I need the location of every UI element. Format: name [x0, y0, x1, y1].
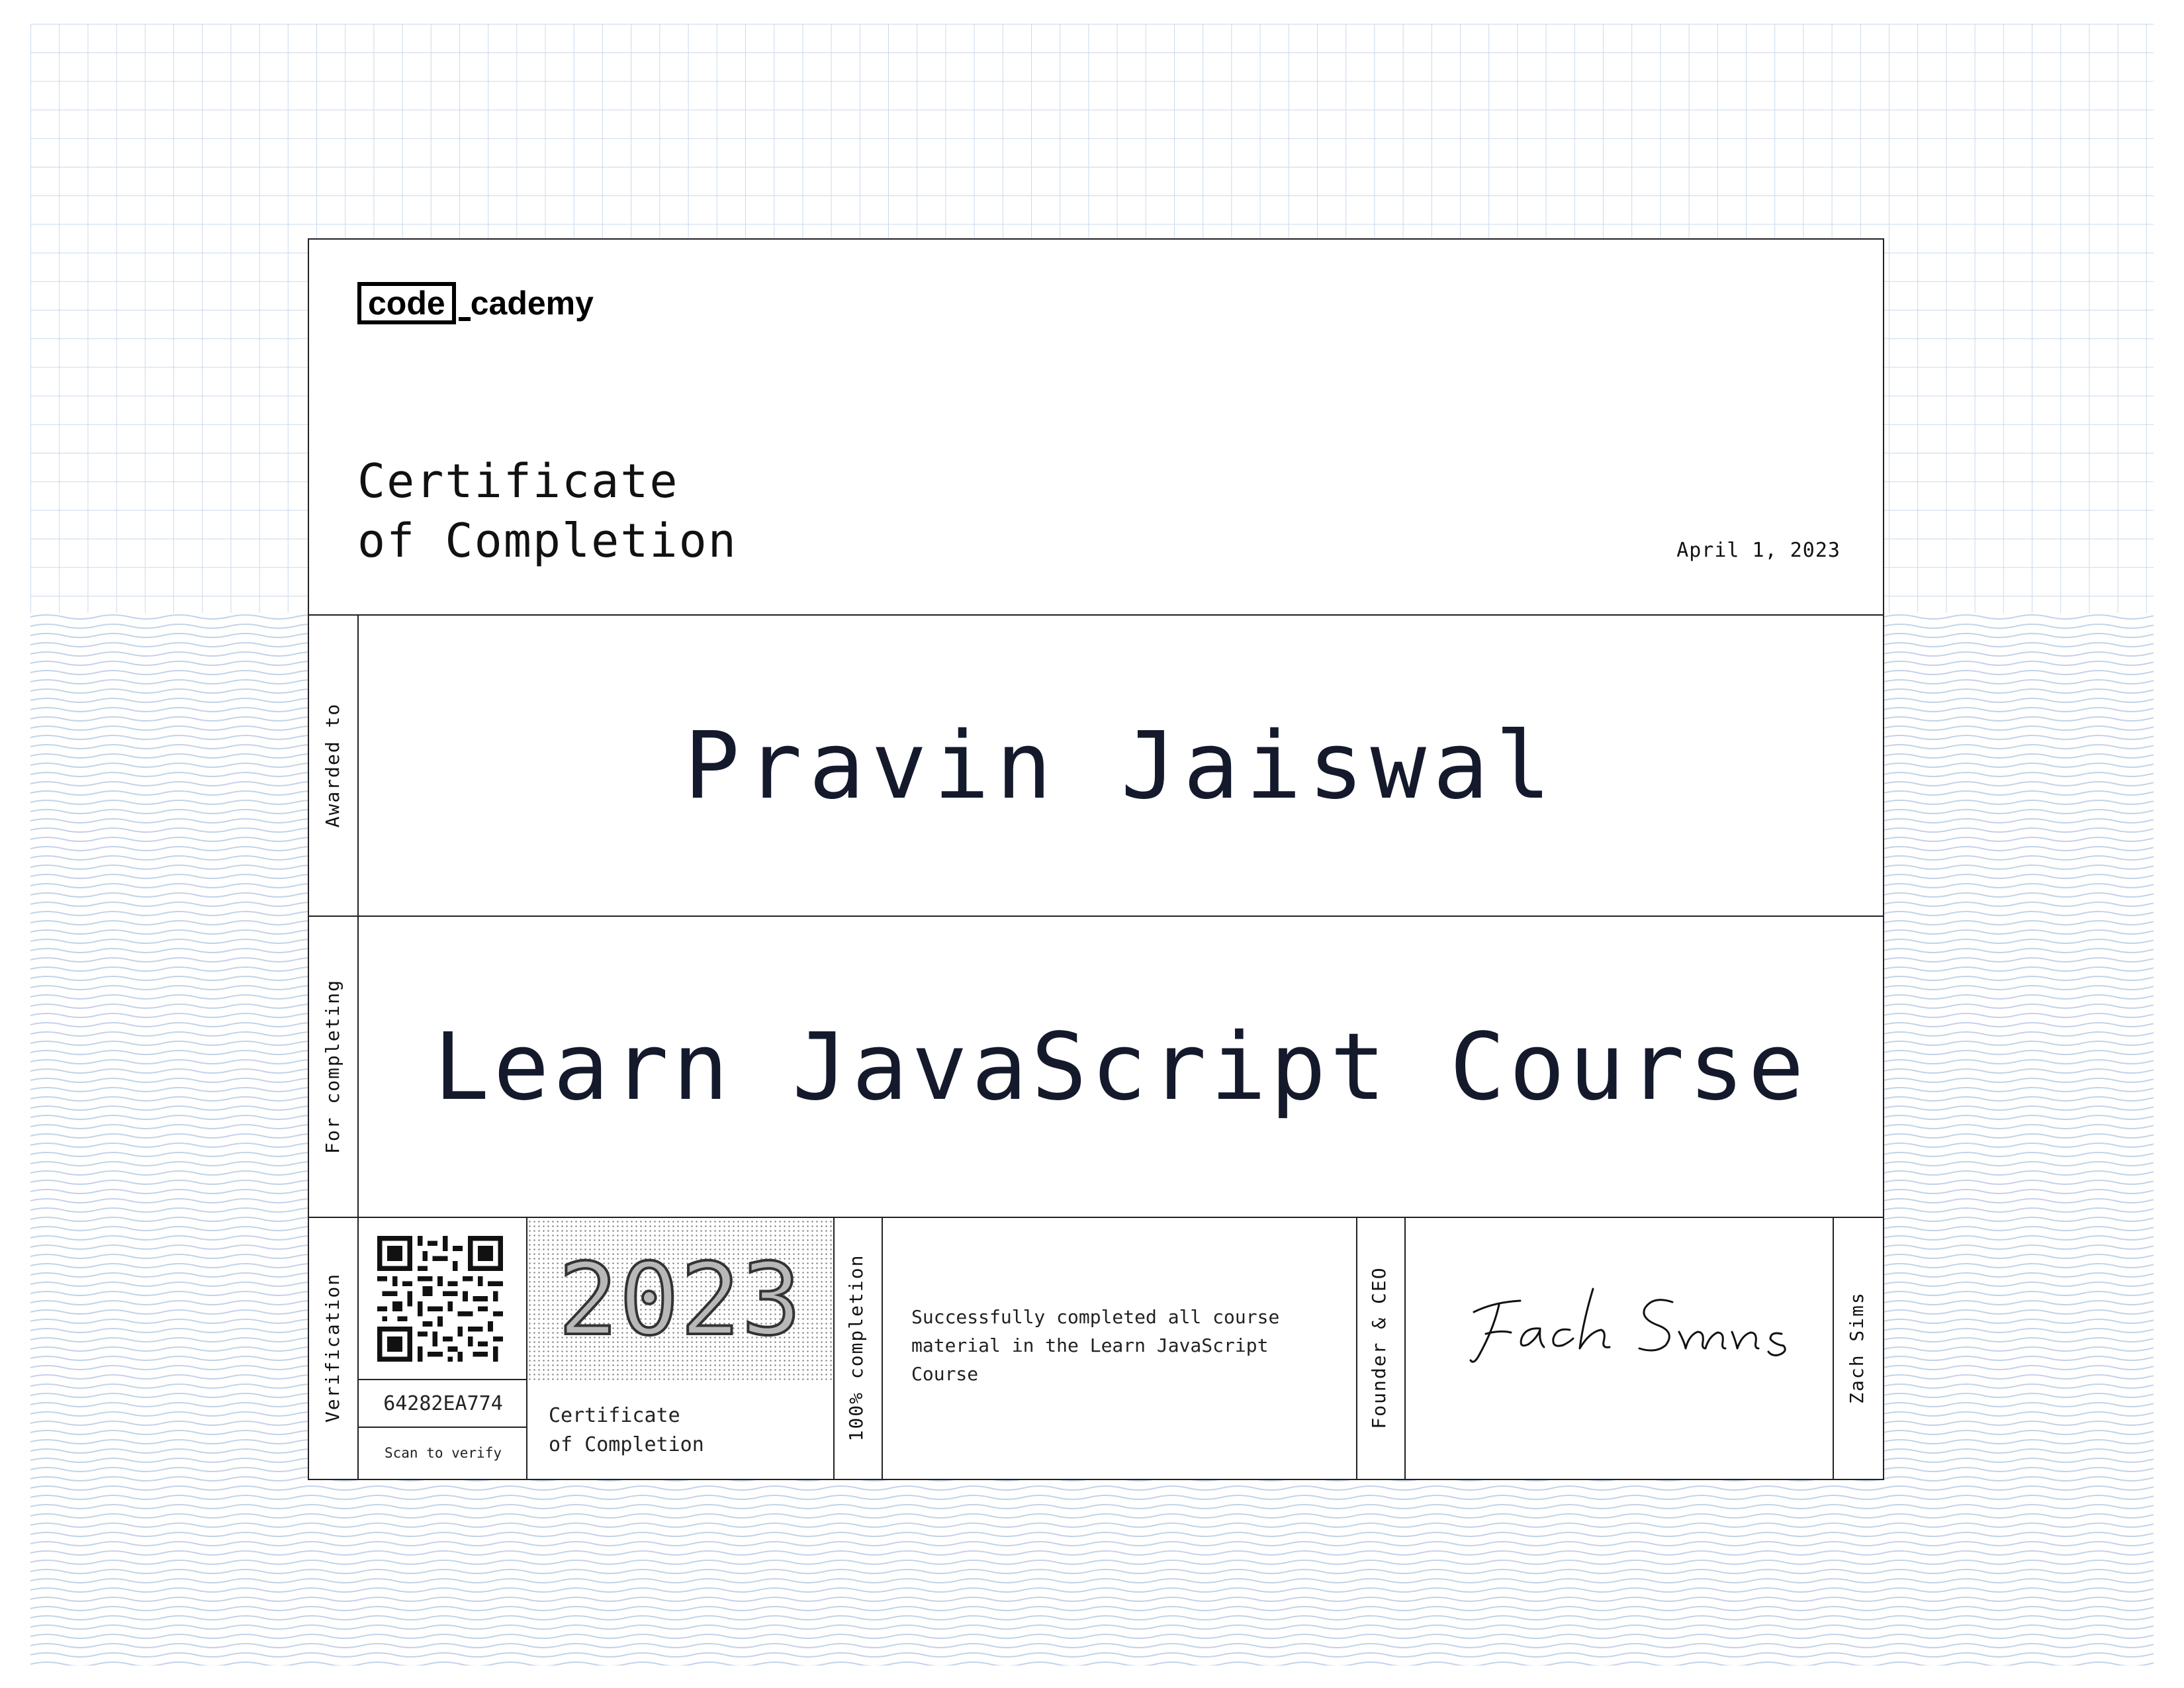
verification-label: Verification — [322, 1272, 343, 1423]
divider — [882, 1217, 883, 1479]
scan-to-verify-text: Scan to verify — [384, 1444, 502, 1461]
course-name: Learn JavaScript Course — [433, 1013, 1808, 1121]
badge-label-line1: Certificate — [549, 1404, 680, 1427]
signer-role-label: Founder & CEO — [1368, 1266, 1390, 1429]
completion-label: 100% completion — [845, 1254, 867, 1442]
badge-label: Certificate of Completion — [549, 1401, 704, 1460]
logo-cursor — [458, 317, 471, 321]
divider — [1833, 1217, 1834, 1479]
certificate-date: April 1, 2023 — [1676, 539, 1841, 562]
year-badge: 2023 — [527, 1219, 833, 1380]
completion-description: Successfully completed all course materi… — [911, 1306, 1280, 1385]
divider — [833, 1217, 835, 1479]
divider — [1404, 1217, 1406, 1479]
recipient-name: Pravin Jaiswal — [684, 712, 1558, 820]
logo-boxed-text: code — [357, 282, 456, 324]
certificate-title-line1: Certificate — [357, 454, 679, 508]
divider — [1356, 1217, 1357, 1479]
logo-text: cademy — [470, 285, 594, 322]
certificate-title-line2: of Completion — [357, 514, 737, 568]
qr-code-icon[interactable] — [377, 1236, 503, 1362]
certificate-title: Certificate of Completion — [357, 451, 737, 571]
year-text: 2023 — [557, 1241, 803, 1359]
for-completing-label: For completing — [322, 979, 343, 1154]
handwritten-signature-icon — [1469, 1288, 1786, 1363]
certificate-id: 64282EA774 — [383, 1391, 503, 1415]
certificate-card: code cademy Certificate of Completion Apr… — [308, 238, 1884, 1480]
badge-label-line2: of Completion — [549, 1433, 704, 1456]
codecademy-logo: code cademy — [357, 281, 594, 326]
awarded-to-label: Awarded to — [322, 702, 343, 828]
signer-name: Zach Sims — [1846, 1291, 1868, 1404]
